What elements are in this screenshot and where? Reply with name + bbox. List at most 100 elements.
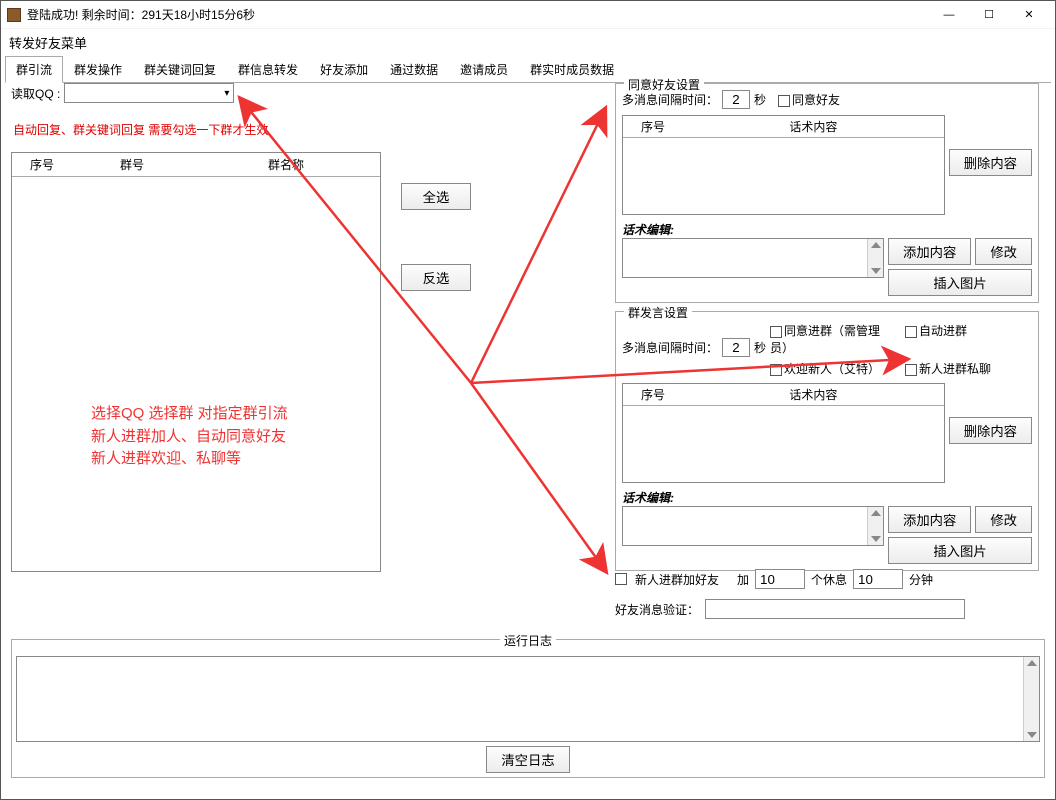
left-column: 读取QQ : ▾ 自动回复、群关键词回复 需要勾选一下群才生效 序号 群号 群名… xyxy=(11,83,381,572)
clear-log-button[interactable]: 清空日志 xyxy=(486,746,569,773)
new-member-add-label: 新人进群加好友 xyxy=(635,571,719,588)
friend-insert-image-button[interactable]: 插入图片 xyxy=(888,269,1032,296)
window-controls: — ☐ ✕ xyxy=(929,3,1049,27)
col-groupname: 群名称 xyxy=(192,153,380,176)
col-groupid: 群号 xyxy=(72,153,192,176)
group-msg-interval-label: 多消息间隔时间： xyxy=(622,339,718,356)
tab-invite[interactable]: 邀请成员 xyxy=(449,56,519,82)
read-qq-label: 读取QQ : xyxy=(11,85,60,102)
rest-label: 个休息 xyxy=(811,571,847,588)
group-table-header: 序号 群号 群名称 xyxy=(12,153,380,177)
friend-edit-btn-row: 添加内容 修改 xyxy=(888,238,1032,265)
friend-interval-unit: 秒 xyxy=(754,91,766,108)
group-msg-table-wrap: 序号 话术内容 删除内容 xyxy=(622,377,1032,483)
log-legend: 运行日志 xyxy=(500,632,556,649)
app-window: 登陆成功! 剩余时间：291天18小时15分6秒 — ☐ ✕ 转发好友菜单 群引… xyxy=(0,0,1056,800)
tab-pass-data[interactable]: 通过数据 xyxy=(379,56,449,82)
group-table-body[interactable] xyxy=(12,177,380,567)
maximize-button[interactable]: ☐ xyxy=(969,3,1009,27)
verify-row: 好友消息验证： xyxy=(615,599,1035,619)
group-msg-edit-btns: 添加内容 修改 插入图片 xyxy=(888,506,1032,564)
welcome-label: 欢迎新人（艾特） xyxy=(784,362,880,376)
subtitle: 转发好友菜单 xyxy=(1,29,1055,56)
friend-edit-wrap: 添加内容 修改 插入图片 xyxy=(622,238,1032,296)
group-msg-col-content: 话术内容 xyxy=(683,384,944,405)
verify-input[interactable] xyxy=(705,599,965,619)
bottom-options: 新人进群加好友 加 个休息 分钟 好友消息验证： xyxy=(615,569,1035,619)
friend-delete-button[interactable]: 删除内容 xyxy=(949,149,1032,176)
scrollbar[interactable] xyxy=(1023,657,1039,741)
minimize-button[interactable]: — xyxy=(929,3,969,27)
friend-settings-fieldset: 同意好友设置 多消息间隔时间： 秒 同意好友 序号 话术内容 xyxy=(615,83,1039,303)
private-chat-checkbox[interactable] xyxy=(905,364,917,376)
tab-forward[interactable]: 群信息转发 xyxy=(227,56,309,82)
annotation-line-3: 新人进群欢迎、私聊等 xyxy=(91,448,288,471)
group-msg-delete-button[interactable]: 删除内容 xyxy=(949,417,1032,444)
group-msg-modify-button[interactable]: 修改 xyxy=(975,506,1032,533)
group-msg-col-index: 序号 xyxy=(623,384,683,405)
friend-interval-input[interactable] xyxy=(722,90,750,109)
read-qq-row: 读取QQ : ▾ xyxy=(11,83,381,103)
add-label: 加 xyxy=(737,571,749,588)
read-qq-combo[interactable]: ▾ xyxy=(64,83,234,103)
group-msg-interval-row: 多消息间隔时间： 秒 xyxy=(622,318,766,377)
select-all-button[interactable]: 全选 xyxy=(401,183,471,210)
friend-agree-wrapper: 同意好友 xyxy=(778,91,840,108)
group-msg-legend: 群发言设置 xyxy=(624,304,692,321)
log-btn-row: 清空日志 xyxy=(12,746,1044,773)
group-msg-add-button[interactable]: 添加内容 xyxy=(888,506,971,533)
friend-table-wrap: 序号 话术内容 删除内容 xyxy=(622,109,1032,215)
agree-join-label: 同意进群（需管理员） xyxy=(770,324,880,355)
tab-bar: 群引流 群发操作 群关键词回复 群信息转发 好友添加 通过数据 邀请成员 群实时… xyxy=(5,56,1051,83)
tab-realtime[interactable]: 群实时成员数据 xyxy=(519,56,625,82)
friend-delete-col: 删除内容 xyxy=(949,109,1032,215)
group-msg-interval-input[interactable] xyxy=(722,338,750,357)
titlebar-text: 登陆成功! 剩余时间：291天18小时15分6秒 xyxy=(27,6,929,23)
add-friend-row: 新人进群加好友 加 个休息 分钟 xyxy=(615,569,1035,589)
group-msg-edit-label: 话术编辑: xyxy=(622,489,1032,506)
group-msg-script-table: 序号 话术内容 xyxy=(622,383,945,483)
group-msg-top-row: 多消息间隔时间： 秒 同意进群（需管理员） 自动进群 欢迎新人（艾特） 新人进群… xyxy=(622,318,1032,377)
scrollbar[interactable] xyxy=(867,239,883,277)
tab-group-operation[interactable]: 群发操作 xyxy=(63,56,133,82)
tab-keyword-reply[interactable]: 群关键词回复 xyxy=(133,56,227,82)
group-msg-delete-col: 删除内容 xyxy=(949,377,1032,483)
rest-count-input[interactable] xyxy=(853,569,903,589)
titlebar: 登陆成功! 剩余时间：291天18小时15分6秒 — ☐ ✕ xyxy=(1,1,1055,29)
invert-select-button[interactable]: 反选 xyxy=(401,264,471,291)
tab-group-drainage[interactable]: 群引流 xyxy=(5,56,63,83)
minutes-label: 分钟 xyxy=(909,571,933,588)
annotation-line-1: 选择QQ 选择群 对指定群引流 xyxy=(91,403,288,426)
welcome-checkbox[interactable] xyxy=(770,364,782,376)
agree-join-checkbox[interactable] xyxy=(770,326,782,338)
friend-edit-label: 话术编辑: xyxy=(622,221,1032,238)
log-fieldset: 运行日志 清空日志 xyxy=(11,639,1045,778)
auto-join-checkbox[interactable] xyxy=(905,326,917,338)
add-count-input[interactable] xyxy=(755,569,805,589)
friend-table-head: 序号 话术内容 xyxy=(623,116,944,138)
group-msg-fieldset: 群发言设置 多消息间隔时间： 秒 同意进群（需管理员） 自动进群 欢迎新人（艾特… xyxy=(615,311,1039,571)
friend-agree-label: 同意好友 xyxy=(792,93,840,107)
group-msg-insert-image-button[interactable]: 插入图片 xyxy=(888,537,1032,564)
friend-add-button[interactable]: 添加内容 xyxy=(888,238,971,265)
friend-modify-button[interactable]: 修改 xyxy=(975,238,1032,265)
red-hint: 自动回复、群关键词回复 需要勾选一下群才生效 xyxy=(11,119,381,140)
log-textarea[interactable] xyxy=(16,656,1040,742)
tab-add-friend[interactable]: 好友添加 xyxy=(309,56,379,82)
group-msg-edit-textarea[interactable] xyxy=(622,506,884,546)
group-msg-interval-unit: 秒 xyxy=(754,339,766,356)
group-msg-checkboxes: 同意进群（需管理员） 自动进群 欢迎新人（艾特） 新人进群私聊 xyxy=(770,322,1032,377)
friend-col-content: 话术内容 xyxy=(683,116,944,137)
chevron-down-icon: ▾ xyxy=(224,88,229,99)
friend-edit-btns: 添加内容 修改 插入图片 xyxy=(888,238,1032,296)
close-button[interactable]: ✕ xyxy=(1009,3,1049,27)
app-icon xyxy=(7,8,21,22)
auto-join-label: 自动进群 xyxy=(919,324,967,338)
group-table: 序号 群号 群名称 xyxy=(11,152,381,572)
friend-script-table: 序号 话术内容 xyxy=(622,115,945,215)
group-msg-edit-btn-row: 添加内容 修改 xyxy=(888,506,1032,533)
friend-agree-checkbox[interactable] xyxy=(778,95,790,107)
friend-edit-textarea[interactable] xyxy=(622,238,884,278)
scrollbar[interactable] xyxy=(867,507,883,545)
new-member-add-checkbox[interactable] xyxy=(615,573,627,585)
